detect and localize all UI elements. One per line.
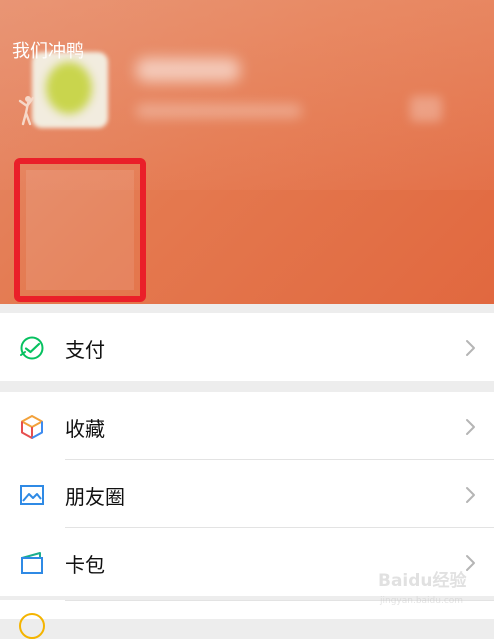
- pay-checkmark-icon: [20, 336, 44, 360]
- status-highlight-box[interactable]: [14, 158, 146, 302]
- menu-item-label: 朋友圈: [65, 485, 125, 509]
- profile-header[interactable]: 我们冲鸭: [0, 0, 494, 304]
- qr-code-icon[interactable]: [410, 96, 442, 122]
- chevron-right-icon: [466, 487, 475, 503]
- emoji-icon: [19, 613, 45, 639]
- dancing-person-icon: [18, 96, 35, 126]
- menu-item-favorites[interactable]: 收藏: [0, 392, 494, 460]
- menu-item-label: 卡包: [65, 553, 105, 577]
- wechat-id: [136, 104, 302, 118]
- menu-item-pay[interactable]: 支付: [0, 313, 494, 381]
- wallet-card-icon: [21, 552, 43, 574]
- watermark-logo: Baidu经验 jingyan.baidu.com: [378, 571, 467, 606]
- menu-item-label: 支付: [65, 338, 105, 362]
- cube-icon: [21, 415, 43, 439]
- user-name: [136, 58, 240, 82]
- chevron-right-icon: [466, 340, 475, 356]
- chevron-right-icon: [466, 419, 475, 435]
- avatar[interactable]: [32, 52, 108, 128]
- landscape-image-icon: [20, 485, 44, 505]
- menu-item-moments[interactable]: 朋友圈: [0, 460, 494, 528]
- menu-item-label: 收藏: [65, 417, 105, 441]
- status-text[interactable]: 我们冲鸭: [12, 37, 84, 63]
